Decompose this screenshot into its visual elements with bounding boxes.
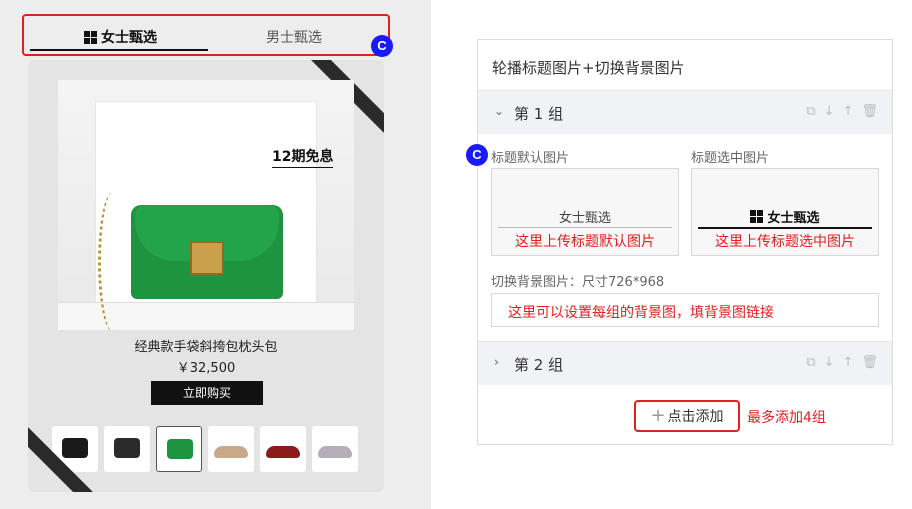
add-group-label: 点击添加 [667, 409, 724, 425]
product-card: 12期免息 经典款手袋斜挎包枕头包 ￥32,500 立即购买 [28, 60, 384, 492]
chevron-down-icon[interactable]: ⌄ [494, 104, 504, 118]
trash-icon[interactable]: 🗑 [861, 104, 878, 119]
bag-stud [190, 241, 224, 275]
move-down-icon[interactable]: ↓ [824, 355, 835, 370]
product-price: ￥32,500 [176, 361, 236, 376]
group-2-header[interactable]: › 第 2 组 ⧉ ↓ ↑ 🗑 [478, 341, 892, 385]
chevron-right-icon[interactable]: › [494, 355, 499, 369]
group-1-title: 第 1 组 [514, 105, 564, 123]
product-image [131, 195, 283, 299]
copy-icon[interactable]: ⧉ [806, 355, 815, 370]
panel-title: 轮播标题图片+切换背景图片 [492, 59, 685, 77]
move-down-icon[interactable]: ↓ [824, 104, 835, 119]
default-image-preview: 女士甄选 [492, 207, 678, 226]
thumbnail-red-heel[interactable] [260, 426, 306, 472]
copy-icon[interactable]: ⧉ [806, 104, 815, 119]
default-upload-hint: 这里上传标题默认图片 [515, 234, 655, 250]
c-marker-badge: C [466, 144, 488, 166]
screen: 女士甄选 男士甄选 C 12期免息 经典款手袋斜挎包枕头包 ￥32,500 立即… [0, 0, 912, 509]
shoe-image [266, 446, 300, 458]
grid-icon [750, 210, 764, 223]
c-marker-badge: C [371, 35, 393, 57]
background-image-label: 切换背景图片：尺寸726*968 [491, 275, 665, 290]
group-2-title: 第 2 组 [514, 356, 564, 374]
thumbnail-green-bag[interactable] [156, 426, 202, 472]
preview-underline [698, 227, 872, 229]
preview-underline [498, 227, 672, 228]
selected-upload-hint: 这里上传标题选中图片 [715, 234, 855, 250]
thumbnail-grey-heel[interactable] [312, 426, 358, 472]
bag-image [114, 438, 140, 458]
add-group-button[interactable]: + 点击添加 [634, 400, 740, 432]
selected-image-upload[interactable]: 女士甄选 这里上传标题选中图片 [691, 168, 879, 256]
bag-chain [98, 192, 128, 332]
tab-women[interactable]: 女士甄选 [84, 27, 157, 47]
group-tools: ⧉ ↓ ↑ 🗑 [806, 355, 878, 370]
product-name: 经典款手袋斜挎包枕头包 [134, 340, 278, 355]
default-image-label: 标题默认图片 [491, 151, 570, 166]
thumbnail-strip [52, 426, 358, 472]
add-limit-note: 最多添加4组 [747, 410, 826, 426]
plus-icon: + [650, 405, 666, 426]
bag-image [167, 439, 193, 459]
tab-women-label: 女士甄选 [101, 30, 157, 46]
shoe-image [214, 446, 248, 458]
mobile-preview: 女士甄选 男士甄选 C 12期免息 经典款手袋斜挎包枕头包 ￥32,500 立即… [0, 0, 431, 509]
default-image-upload[interactable]: 女士甄选 这里上传标题默认图片 [491, 168, 679, 256]
group-1-header[interactable]: ⌄ 第 1 组 ⧉ ↓ ↑ 🗑 [478, 90, 892, 134]
move-up-icon[interactable]: ↑ [843, 104, 854, 119]
background-input-hint: 这里可以设置每组的背景图，填背景图链接 [508, 305, 774, 321]
move-up-icon[interactable]: ↑ [843, 355, 854, 370]
selected-image-preview: 女士甄选 [692, 207, 878, 226]
config-panel: 轮播标题图片+切换背景图片 ⌄ 第 1 组 ⧉ ↓ ↑ 🗑 标题默认图片 标题选… [477, 39, 893, 445]
shoe-image [318, 446, 352, 458]
tab-men[interactable]: 男士甄选 [266, 27, 322, 47]
trash-icon[interactable]: 🗑 [861, 355, 878, 370]
bag-image [62, 438, 88, 458]
group-tools: ⧉ ↓ ↑ 🗑 [806, 104, 878, 119]
buy-now-button[interactable]: 立即购买 [151, 381, 263, 405]
promo-label: 12期免息 [272, 146, 334, 168]
thumbnail-nude-heel[interactable] [208, 426, 254, 472]
selected-image-label: 标题选中图片 [691, 151, 770, 166]
active-tab-underline [30, 49, 208, 51]
title-tabs: 女士甄选 男士甄选 [22, 14, 390, 56]
selected-preview-text: 女士甄选 [767, 211, 820, 226]
default-preview-text: 女士甄选 [558, 211, 611, 226]
thumbnail-black-bag-2[interactable] [104, 426, 150, 472]
background-url-input[interactable]: 这里可以设置每组的背景图，填背景图链接 [491, 293, 879, 327]
grid-icon [84, 30, 97, 44]
tab-men-label: 男士甄选 [266, 30, 322, 46]
